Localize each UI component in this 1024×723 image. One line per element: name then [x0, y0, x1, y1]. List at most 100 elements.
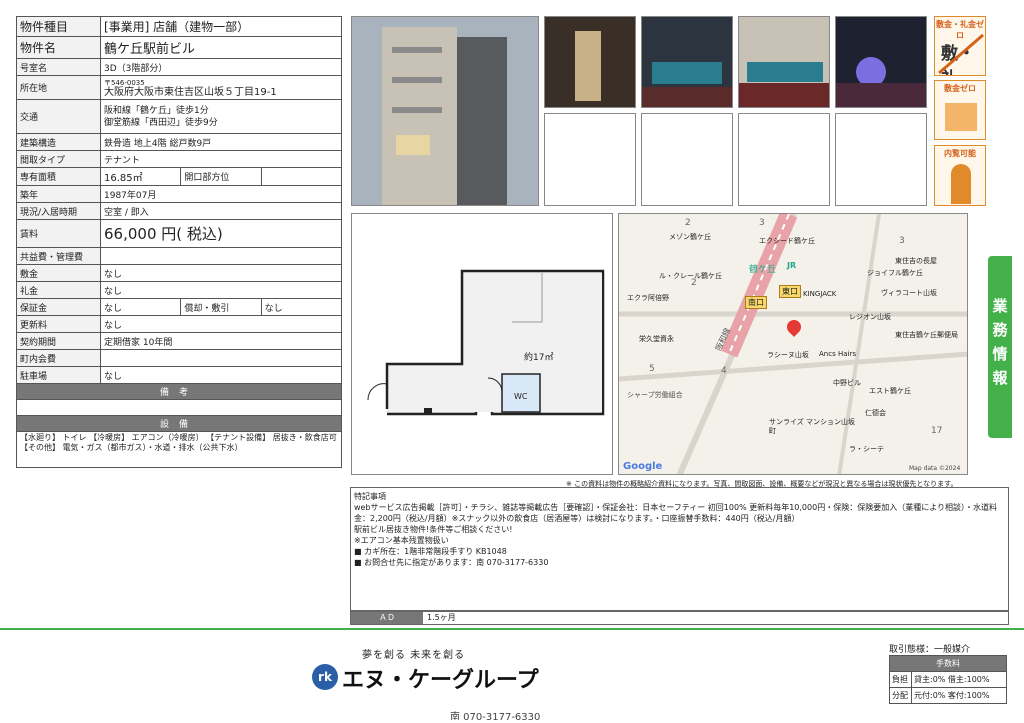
footer-divider — [0, 628, 1024, 630]
parking-value: なし — [100, 366, 342, 384]
map-copyright: Map data ©2024 — [909, 465, 961, 472]
map-place-12: ラシーヌ山坂 — [767, 351, 809, 359]
zero-deposit-badge: 敷金・礼金ゼロ 敷・礼 — [934, 16, 986, 76]
layout-value: テナント — [100, 150, 342, 168]
map-place-17: 仁德会 — [865, 409, 886, 417]
map-place-18: サンライズ マンション山坂町 — [769, 418, 856, 435]
map-place-16: シャープ労働組合 — [627, 391, 683, 399]
deposit-label: 敷金 — [16, 264, 101, 282]
map-num-3: 2 — [691, 278, 697, 288]
facility-body: 【水廻り】 トイレ 【冷暖房】 エアコン（冷暖房） 【テナント設備】 居抜き・飲… — [16, 431, 342, 468]
built-label: 築年 — [16, 185, 101, 203]
map-place-4: ジョイフル鶴ケ丘 — [867, 269, 923, 277]
notes-line-4: ■ カギ所在：1階非常階段手すり KB1048 — [354, 547, 507, 556]
key-money-value: なし — [100, 281, 342, 299]
struct-value: 鉄骨造 地上4階 総戸数9戸 — [100, 133, 342, 151]
floorplan-area-label: 約17㎡ — [524, 353, 554, 363]
footer-slogan: 夢を創る 未来を創る — [362, 650, 466, 661]
floorplan-wc-label: WC — [514, 392, 528, 401]
viewing-available-badge: 内覧可能 — [934, 145, 986, 206]
deposit-value: なし — [100, 264, 342, 282]
map-place-7: エクラ阿倍野 — [627, 294, 669, 302]
notes-title: 特記事項 — [354, 492, 386, 501]
room-value: 3D（3階部分） — [100, 58, 342, 76]
map-place-8: KINGJACK — [803, 290, 837, 298]
interior-photo-3 — [835, 16, 927, 108]
opening-label: 開口部方位 — [180, 167, 262, 186]
floorplan: 約17㎡ WC — [351, 213, 613, 475]
split-label: 分配 — [889, 687, 912, 704]
facility-header: 設備 — [16, 415, 342, 432]
area-label: 専有面積 — [16, 167, 101, 186]
burden-value: 貸主:0% 借主:100% — [911, 671, 1007, 688]
parking-label: 駐車場 — [16, 366, 101, 384]
map-num-2: 3 — [759, 218, 765, 228]
special-notes: 特記事項 webサービス広告掲載［許可］・チラシ、雑誌等掲載広告［要確認］・保証… — [350, 487, 1009, 611]
map-google-logo: Google — [623, 461, 663, 472]
map-num-7: 17 — [931, 426, 943, 436]
fee-header: 手数料 — [889, 655, 1007, 672]
business-info-tab[interactable]: 業務情報 — [988, 256, 1012, 438]
map-num-1: 2 — [685, 218, 691, 228]
map-place-15: エスト鶴ケ丘 — [869, 387, 911, 395]
map-num-6: 4 — [721, 366, 727, 376]
renew-value: なし — [100, 315, 342, 333]
building-icon — [945, 103, 977, 131]
ad-label: ＡＤ — [351, 612, 423, 624]
photo-slot-empty-3 — [738, 113, 830, 206]
map-place-9: レジオン山坂 — [849, 313, 891, 321]
photo-slot-empty-1 — [544, 113, 636, 206]
corridor-photo — [544, 16, 636, 108]
remarks-header: 備考 — [16, 383, 342, 400]
struct-label: 建築構造 — [16, 133, 101, 151]
key-money-label: 礼金 — [16, 281, 101, 299]
guarantee-label: 保証金 — [16, 298, 101, 316]
cross-icon — [938, 33, 984, 75]
map-exit-south: 南口 — [745, 296, 767, 309]
notes-line-3: ※エアコン基本残置物扱い — [354, 536, 449, 545]
built-value: 1987年07月 — [100, 185, 342, 203]
area-value: 16.85㎡ — [99, 167, 182, 186]
town-fee-value — [100, 349, 342, 367]
map-place-3: 東住吉の長屋 — [895, 257, 937, 265]
building-photo — [351, 16, 539, 206]
addr-value: 大阪府大阪市東住吉区山坂５丁目19-1 — [104, 86, 277, 98]
company-logo-icon: rk — [312, 664, 338, 690]
zero-deposit-badge-2: 敷金ゼロ — [934, 80, 986, 140]
name-value: 鶴ケ丘駅前ビル — [100, 36, 342, 59]
addr-label: 所在地 — [16, 75, 101, 100]
opening-value — [260, 167, 343, 186]
map-place-14: 中野ビル — [833, 379, 861, 387]
contract-label: 契約期間 — [16, 332, 101, 350]
notes-line-2: 駅前ビル居抜き物件!条件等ご相談ください! — [354, 525, 513, 534]
map-exit-east: 東口 — [779, 285, 801, 298]
ad-value: 1.5ヶ月 — [427, 613, 456, 622]
contract-value: 定期借家 10年間 — [100, 332, 342, 350]
map-station-label: 鶴ケ丘 — [749, 265, 777, 275]
traffic-label: 交通 — [16, 99, 101, 134]
map-num-5: 5 — [649, 364, 655, 374]
common-label: 共益費・管理費 — [16, 247, 101, 265]
amort-label: 償却・敷引 — [180, 298, 262, 316]
amort-value: なし — [260, 298, 343, 316]
renew-label: 更新料 — [16, 315, 101, 333]
type-value: [事業用] 店舗（建物一部） — [100, 16, 342, 37]
addr-zip: 〒546-0035 — [104, 78, 145, 87]
status-value: 空室 / 即入 — [100, 202, 342, 220]
type-label: 物件種目 — [16, 16, 101, 37]
map-place-13: Ancs Hairs — [819, 350, 856, 358]
guarantee-value: なし — [99, 298, 182, 316]
map-place-10: 栄久堂資永 — [639, 335, 674, 343]
rent-value: 66,000 円( 税込) — [100, 219, 342, 248]
map-jr-icon: JR — [787, 261, 797, 270]
photo-slot-empty-4 — [835, 113, 927, 206]
notes-line-1: webサービス広告掲載［許可］・チラシ、雑誌等掲載広告［要確認］・保証会社：日本… — [354, 503, 998, 523]
rent-label: 賃料 — [16, 219, 101, 248]
map-num-4: 3 — [899, 236, 905, 246]
property-spec-table: 物件種目 [事業用] 店舗（建物一部） 物件名 鶴ケ丘駅前ビル 号室名 3D（3階部分… — [16, 16, 343, 468]
traffic-line-1: 阪和線「鶴ケ丘」徒歩1分 — [104, 105, 209, 116]
name-label: 物件名 — [16, 36, 101, 59]
interior-photo-1 — [641, 16, 733, 108]
location-map[interactable]: 鶴ケ丘 JR 南口 東口 阪和線 メゾン鶴ケ丘 エクシード鶴ケ丘 東住吉の長屋 … — [618, 213, 968, 475]
ad-row: ＡＤ 1.5ヶ月 — [350, 611, 1009, 625]
